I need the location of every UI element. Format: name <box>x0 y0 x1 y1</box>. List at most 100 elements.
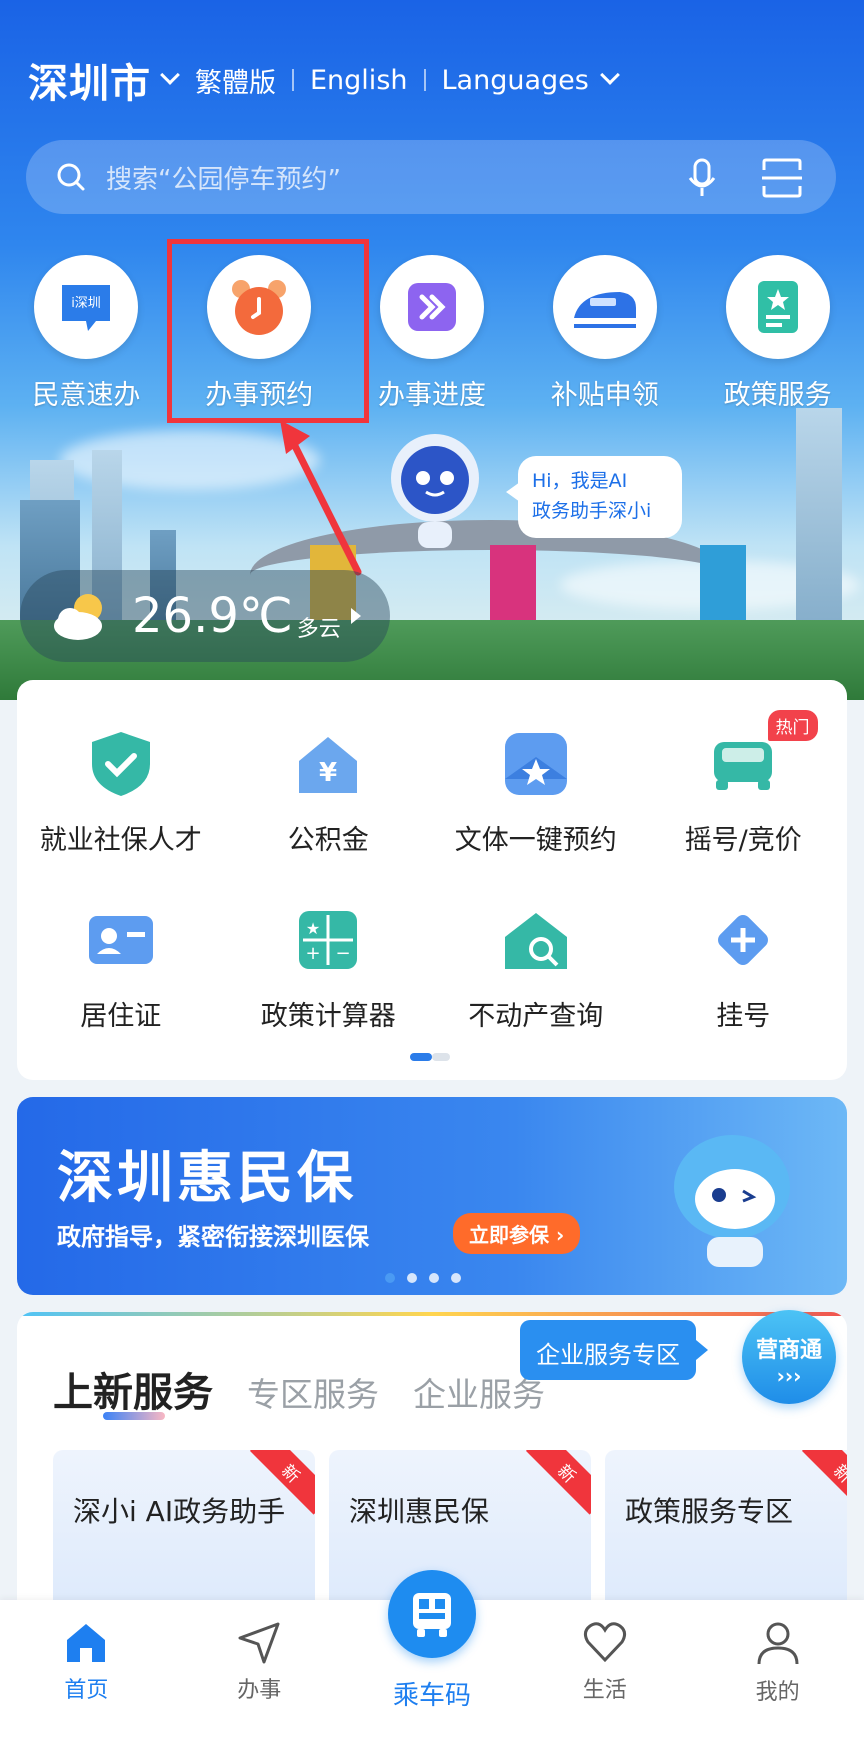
services-row: 就业社保人才 ¥ 公积金 文体一键预约 热门 摇号/竞价 <box>17 710 848 857</box>
star-badge-icon <box>498 726 574 802</box>
ysh-label: 营商通 <box>755 1338 822 1363</box>
quick-item-label: 办事进度 <box>377 380 486 411</box>
weather-widget[interactable]: 26.9℃ 多云 <box>20 570 390 662</box>
service-label: 公积金 <box>287 825 369 856</box>
new-badge: 新 <box>525 1450 591 1515</box>
yingshangtong-button[interactable]: 营商通 ››› <box>742 1310 836 1404</box>
active-tab-indicator <box>103 1412 165 1420</box>
service-real-estate-query[interactable]: 不动产查询 <box>432 902 640 1033</box>
service-label: 文体一键预约 <box>454 825 617 856</box>
banner-indicator <box>385 1273 461 1283</box>
ride-code-button[interactable] <box>388 1570 476 1658</box>
card-policy-zone[interactable]: 政策服务专区 新 <box>605 1450 847 1622</box>
services-grid: 就业社保人才 ¥ 公积金 文体一键预约 热门 摇号/竞价 居住证 ★ + − 政… <box>17 680 847 1080</box>
train-icon <box>552 255 657 359</box>
tab-new-services[interactable]: 上新服务 <box>53 1360 213 1418</box>
service-lottery[interactable]: 热门 摇号/竞价 <box>640 710 848 857</box>
ride-code-label[interactable]: 乘车码 <box>388 1675 476 1712</box>
new-badge: 新 <box>801 1450 847 1515</box>
bus-qr-icon <box>413 1593 451 1637</box>
quick-item-subsidy[interactable]: 补贴申领 <box>518 255 691 415</box>
enterprise-zone-tag[interactable]: 企业服务专区 <box>520 1320 708 1380</box>
service-label: 就业社保人才 <box>39 825 202 856</box>
search-input[interactable]: 搜索“公园停车预约” <box>106 159 836 196</box>
card-title: 深圳惠民保 <box>349 1495 490 1528</box>
id-card-icon <box>83 902 159 978</box>
bubble-line-2: 政务助手深小i <box>532 500 652 522</box>
ysh-arrows: ››› <box>776 1364 802 1388</box>
promo-banner[interactable]: 深圳惠民保 政府指导，紧密衔接深圳医保 立即参保 › <box>17 1097 847 1295</box>
service-label: 不动产查询 <box>468 1001 604 1032</box>
navigation-arrow-icon <box>238 1622 280 1664</box>
service-label: 摇号/竞价 <box>684 825 802 856</box>
traditional-chinese-link[interactable]: 繁體版 <box>195 61 276 100</box>
service-residence-permit[interactable]: 居住证 <box>17 902 225 1033</box>
search-icon <box>57 163 85 191</box>
nav-label: 首页 <box>64 1678 109 1703</box>
hot-badge: 热门 <box>767 710 818 741</box>
quick-item-progress[interactable]: 办事进度 <box>346 255 519 415</box>
english-link[interactable]: English <box>310 65 408 96</box>
quick-services: i深圳 民意速办 办事预约 办事进度 补贴申领 政策服务 <box>0 255 864 415</box>
service-registration[interactable]: 挂号 <box>640 902 848 1033</box>
svg-text:i深圳: i深圳 <box>72 296 102 311</box>
service-housing-fund[interactable]: ¥ 公积金 <box>225 726 433 857</box>
svg-text:+: + <box>306 943 321 964</box>
person-icon <box>757 1622 799 1665</box>
nav-label: 生活 <box>582 1678 627 1703</box>
chevron-down-icon[interactable] <box>160 65 180 85</box>
quick-item-label: 补贴申领 <box>550 380 659 411</box>
service-label: 挂号 <box>716 1001 771 1032</box>
fast-forward-icon <box>379 255 484 359</box>
medical-plus-icon <box>705 902 781 978</box>
microphone-icon[interactable] <box>688 158 716 198</box>
nav-affairs[interactable]: 办事 <box>173 1600 346 1740</box>
scan-icon[interactable] <box>760 156 804 200</box>
service-label: 居住证 <box>80 1001 162 1032</box>
shield-check-icon <box>83 726 159 802</box>
nav-label: 办事 <box>237 1678 282 1703</box>
service-label: 政策计算器 <box>260 1001 396 1032</box>
tab-zone-services[interactable]: 专区服务 <box>247 1368 379 1416</box>
chevron-right-icon <box>350 608 361 624</box>
top-bar: 深圳市 繁體版 English Languages <box>28 55 635 107</box>
ai-assistant-mascot[interactable] <box>380 430 490 550</box>
service-employment[interactable]: 就业社保人才 <box>17 726 225 857</box>
nav-life[interactable]: 生活 <box>518 1600 691 1740</box>
quick-item-label: 民意速办 <box>32 380 141 411</box>
ishenzhen-chat-icon: i深圳 <box>34 255 139 359</box>
quick-item-minyi[interactable]: i深圳 民意速办 <box>0 255 173 415</box>
house-yen-icon: ¥ <box>290 726 366 802</box>
search-bar[interactable]: 搜索“公园停车预约” <box>26 140 836 214</box>
nav-home[interactable]: 首页 <box>0 1600 173 1740</box>
heart-icon <box>583 1622 626 1663</box>
banner-mascot <box>674 1135 790 1267</box>
assistant-speech-bubble[interactable]: Hi，我是AI 政务助手深小i <box>506 456 682 538</box>
nav-label: 我的 <box>755 1680 800 1705</box>
policy-book-icon <box>725 255 830 359</box>
weather-condition: 多云 <box>296 617 341 642</box>
highlight-box <box>167 239 369 423</box>
divider <box>292 69 294 91</box>
services-row: 居住证 ★ + − 政策计算器 不动产查询 挂号 <box>17 902 847 1033</box>
partly-cloudy-icon <box>54 594 102 640</box>
card-ai-assistant[interactable]: 深小i AI政务助手 新 <box>53 1450 315 1622</box>
service-policy-calculator[interactable]: ★ + − 政策计算器 <box>225 902 433 1033</box>
city-selector[interactable]: 深圳市 <box>28 51 151 109</box>
annotation-arrow <box>280 420 362 576</box>
nav-mine[interactable]: 我的 <box>691 1600 864 1740</box>
calculator-icon: ★ + − <box>290 902 366 978</box>
banner-cta-button[interactable]: 立即参保 › <box>453 1213 581 1254</box>
banner-title: 深圳惠民保 <box>57 1146 357 1211</box>
quick-item-policy[interactable]: 政策服务 <box>691 255 864 415</box>
card-title: 政策服务专区 <box>625 1495 794 1528</box>
languages-selector[interactable]: Languages <box>442 65 589 96</box>
bubble-line-1: Hi，我是AI <box>532 470 628 492</box>
chevron-down-icon[interactable] <box>599 65 620 85</box>
card-title: 深小i AI政务助手 <box>73 1495 286 1528</box>
banner-subtitle: 政府指导，紧密衔接深圳医保 <box>57 1223 369 1251</box>
quick-item-label: 政策服务 <box>723 380 832 411</box>
svg-text:−: − <box>336 943 351 964</box>
temperature: 26.9℃ <box>132 588 293 644</box>
service-culture-booking[interactable]: 文体一键预约 <box>432 726 640 857</box>
